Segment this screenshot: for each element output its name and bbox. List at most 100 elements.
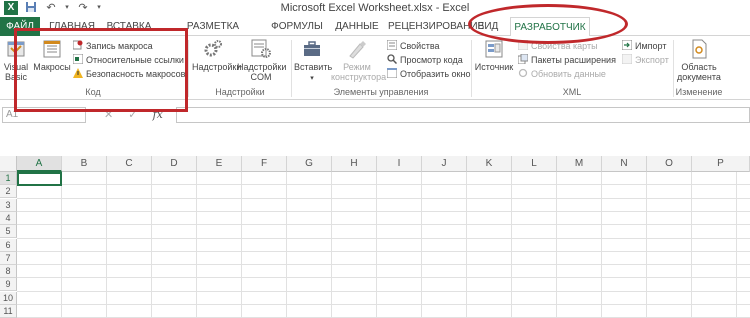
gridline bbox=[17, 250, 750, 252]
tab-formulas[interactable]: ФОРМУЛЫ bbox=[271, 17, 323, 36]
column-header[interactable]: N bbox=[602, 156, 647, 172]
row-header[interactable]: 4 bbox=[0, 211, 17, 225]
select-all-corner[interactable] bbox=[0, 156, 17, 172]
gear-icon bbox=[204, 40, 222, 57]
design-mode-icon bbox=[349, 41, 366, 59]
row-header[interactable]: 9 bbox=[0, 278, 17, 292]
chevron-down-icon: ▾ bbox=[310, 75, 314, 82]
com-addins-button[interactable]: Надстройки COM bbox=[237, 38, 287, 82]
gridline bbox=[17, 237, 750, 239]
row-header[interactable]: 1 bbox=[0, 172, 17, 185]
column-header[interactable]: O bbox=[647, 156, 692, 172]
active-cell[interactable] bbox=[17, 172, 62, 186]
design-mode-button[interactable]: Режим конструктора bbox=[331, 38, 386, 82]
document-panel-label-1: Область bbox=[681, 62, 717, 72]
title-bar: X ↶ ▾ ↷ ▾ Microsoft Excel Worksheet.xlsx… bbox=[0, 0, 750, 17]
tab-review[interactable]: РЕЦЕНЗИРОВАНИЕ bbox=[388, 17, 484, 36]
row-header[interactable]: 10 bbox=[0, 291, 17, 305]
gridline bbox=[376, 172, 377, 318]
gridline bbox=[331, 172, 332, 318]
row-header[interactable]: 3 bbox=[0, 198, 17, 212]
addins-label: Надстройки bbox=[192, 62, 242, 72]
view-code-button[interactable]: Просмотр кода bbox=[387, 54, 463, 66]
gridline bbox=[646, 172, 647, 318]
gridline bbox=[691, 172, 692, 318]
gridline bbox=[17, 304, 750, 305]
column-header[interactable]: A bbox=[17, 156, 62, 172]
column-header[interactable]: F bbox=[242, 156, 287, 172]
group-label-xml: XML bbox=[562, 87, 582, 97]
row-header[interactable]: 8 bbox=[0, 265, 17, 279]
worksheet-grid[interactable]: ABCDEFGHIJKLMNOP 1 2 3 4 5 6 7 8 9 10 11 bbox=[0, 156, 750, 318]
gridline bbox=[511, 172, 512, 318]
gridline bbox=[17, 277, 750, 279]
annotation-code-highlight bbox=[14, 28, 188, 112]
gridline bbox=[601, 172, 602, 318]
formula-input[interactable] bbox=[176, 107, 750, 123]
com-addins-label-1: Надстройки bbox=[237, 62, 287, 72]
refresh-icon bbox=[518, 68, 528, 78]
group-label-modify: Изменение bbox=[675, 87, 723, 97]
insert-control-label: Вставить bbox=[294, 62, 333, 72]
tab-data[interactable]: ДАННЫЕ bbox=[332, 17, 382, 36]
gridline bbox=[17, 184, 750, 186]
gridline bbox=[17, 224, 750, 226]
run-dialog-button[interactable]: Отобразить окно bbox=[387, 68, 470, 80]
refresh-data-button[interactable]: Обновить данные bbox=[518, 68, 606, 80]
gridline bbox=[736, 172, 737, 318]
gridline bbox=[17, 264, 750, 266]
com-addins-label-2: COM bbox=[250, 72, 272, 82]
export-icon bbox=[622, 54, 632, 64]
document-panel-icon bbox=[692, 39, 707, 59]
row-header[interactable]: 7 bbox=[0, 251, 17, 265]
row-header[interactable]: 6 bbox=[0, 238, 17, 252]
xml-source-button[interactable]: Источник bbox=[474, 38, 514, 72]
design-mode-label-1: Режим bbox=[343, 62, 371, 72]
com-addins-icon bbox=[251, 39, 271, 58]
column-header[interactable]: L bbox=[512, 156, 557, 172]
run-dialog-icon bbox=[387, 68, 397, 78]
document-panel-label-2: документа bbox=[677, 72, 721, 82]
gridline bbox=[17, 197, 750, 199]
xml-source-icon bbox=[485, 40, 503, 58]
gridline bbox=[466, 172, 467, 318]
gridline bbox=[151, 172, 152, 318]
row-header[interactable]: 11 bbox=[0, 305, 17, 318]
gridline bbox=[17, 290, 750, 292]
column-header[interactable]: I bbox=[377, 156, 422, 172]
expansion-packs-icon bbox=[518, 54, 528, 64]
column-header[interactable]: G bbox=[287, 156, 332, 172]
import-icon bbox=[622, 40, 632, 50]
addins-button[interactable]: Надстройки bbox=[192, 38, 241, 72]
view-code-icon bbox=[387, 54, 397, 64]
gridline bbox=[286, 172, 287, 318]
xml-source-label: Источник bbox=[474, 62, 514, 72]
export-button[interactable]: Экспорт bbox=[622, 54, 669, 66]
gridline bbox=[106, 172, 107, 318]
toolbox-icon bbox=[304, 41, 320, 56]
column-header[interactable]: K bbox=[467, 156, 512, 172]
column-header[interactable]: M bbox=[557, 156, 602, 172]
column-header[interactable]: C bbox=[107, 156, 152, 172]
column-header[interactable]: J bbox=[422, 156, 467, 172]
window-title: Microsoft Excel Worksheet.xlsx - Excel bbox=[280, 2, 470, 14]
gridline bbox=[421, 172, 422, 318]
document-panel-button[interactable]: Область документа bbox=[676, 38, 722, 82]
column-header[interactable]: B bbox=[62, 156, 107, 172]
expansion-packs-button[interactable]: Пакеты расширения bbox=[518, 54, 616, 66]
import-button[interactable]: Импорт bbox=[622, 40, 666, 52]
gridline bbox=[241, 172, 242, 318]
gridline bbox=[17, 210, 750, 212]
group-label-controls: Элементы управления bbox=[333, 87, 429, 97]
group-label-addins: Надстройки bbox=[215, 87, 265, 97]
row-header[interactable]: 2 bbox=[0, 185, 17, 199]
row-header[interactable]: 5 bbox=[0, 225, 17, 239]
column-header[interactable]: P bbox=[692, 156, 750, 172]
column-header[interactable]: E bbox=[197, 156, 242, 172]
column-header[interactable]: D bbox=[152, 156, 197, 172]
group-separator bbox=[188, 40, 189, 97]
column-header[interactable]: H bbox=[332, 156, 377, 172]
properties-button[interactable]: Свойства bbox=[387, 40, 440, 52]
gridline bbox=[61, 172, 62, 318]
insert-control-button[interactable]: Вставить ▾ bbox=[294, 38, 333, 84]
